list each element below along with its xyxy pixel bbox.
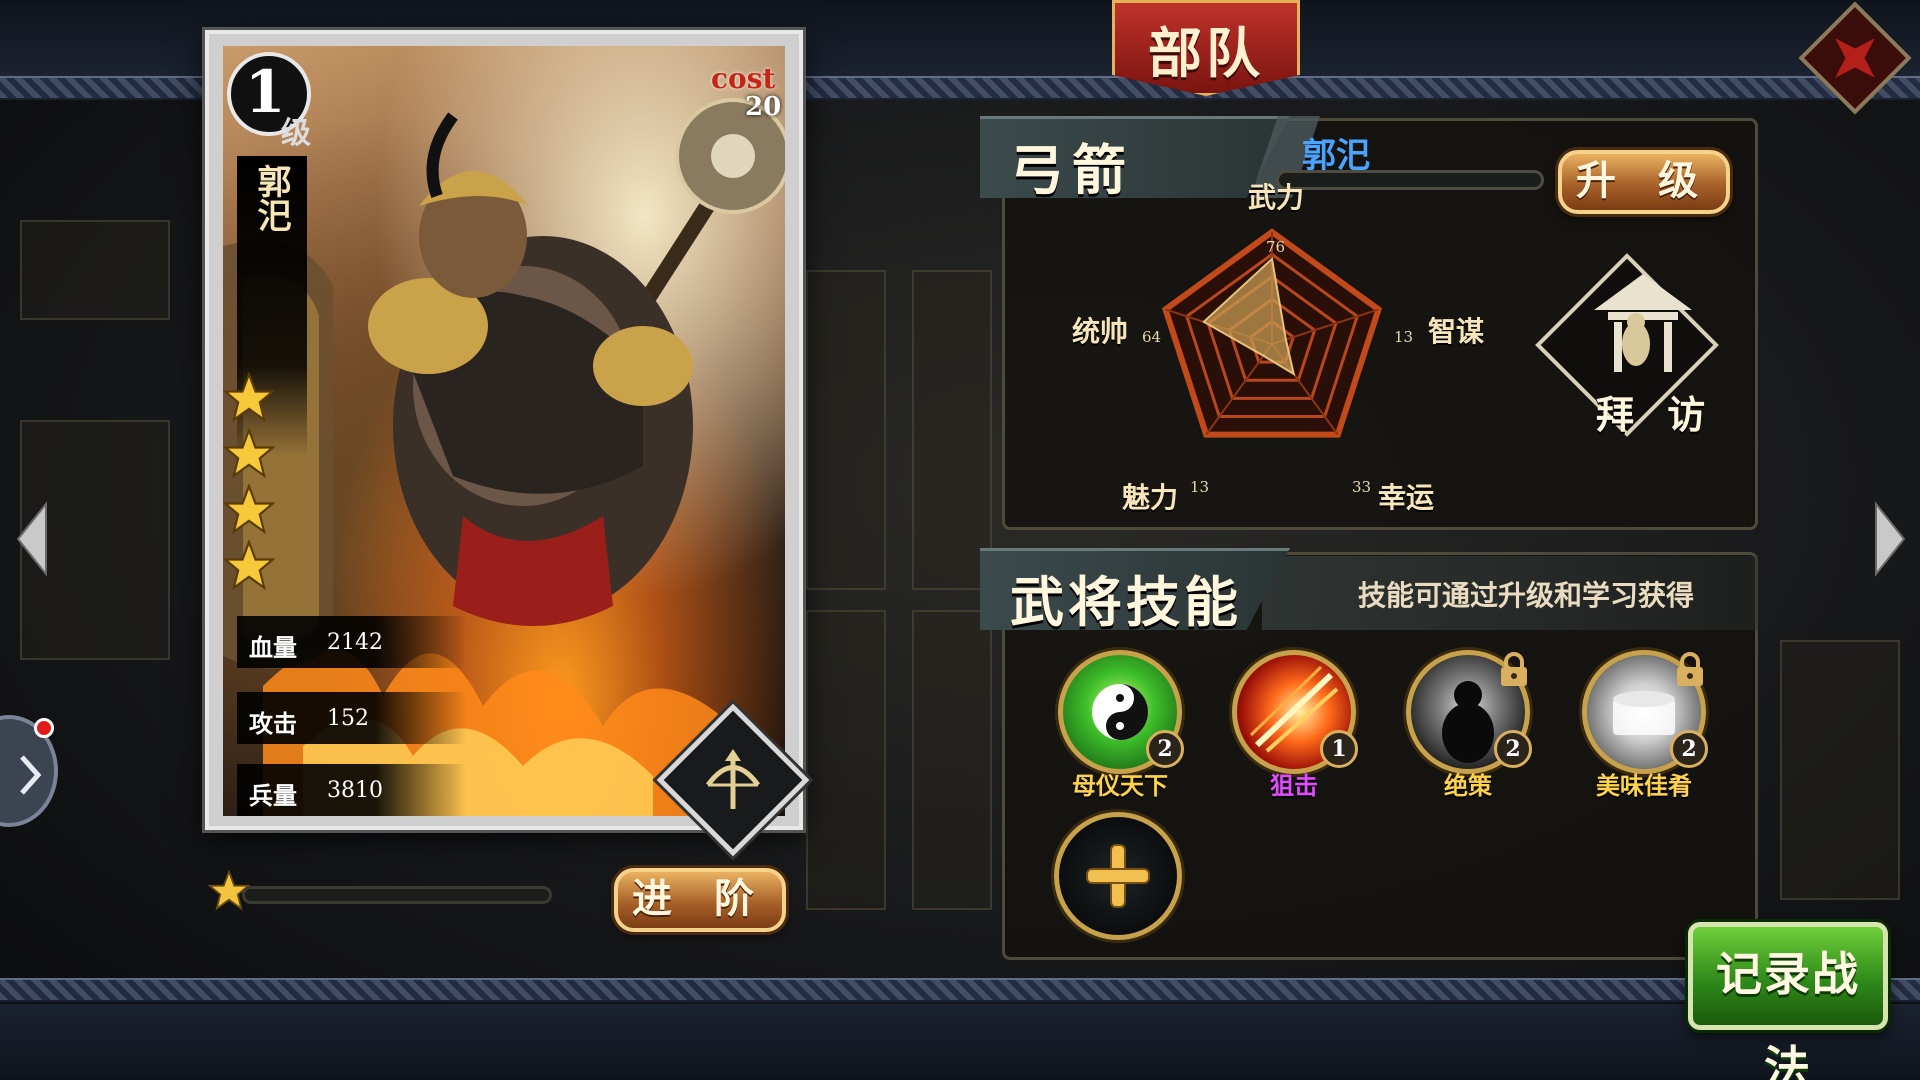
stat-hp-label: 血量: [249, 633, 297, 662]
visit-button-label[interactable]: 拜 访: [1596, 384, 1715, 439]
stat-attack-value: 152: [327, 706, 369, 731]
skills-hint: 技能可通过升级和学习获得: [1358, 579, 1695, 612]
bottom-strip: [0, 1004, 1920, 1080]
previous-arrow-icon[interactable]: [14, 500, 50, 578]
radar-axis-value: 76: [1266, 238, 1286, 256]
radar-axis-value: 64: [1142, 328, 1162, 346]
star-progress-bar: [242, 886, 552, 904]
background-panel: [1780, 640, 1900, 900]
star-icon: [223, 540, 275, 591]
skill-slot[interactable]: 2 美味佳肴: [1574, 650, 1714, 800]
background-card: [806, 270, 886, 590]
stat-attack: 攻击 152: [237, 692, 467, 744]
skill-slot[interactable]: 1 狙击: [1224, 650, 1364, 800]
level-number: 1: [245, 58, 286, 126]
radar-axis-label: 幸运: [1378, 481, 1435, 514]
add-skill-button[interactable]: [1054, 812, 1182, 940]
pavilion-icon: [1594, 274, 1692, 372]
upgrade-button[interactable]: 升 级: [1558, 150, 1730, 214]
skill-level: 1: [1320, 730, 1358, 768]
hero-portrait: 1 级 cost 20 郭汜 血量 2142 攻击 152 兵量 3810: [223, 46, 785, 816]
background-panel: [20, 220, 170, 320]
stat-hp-value: 2142: [327, 630, 383, 655]
skill-level: 2: [1146, 730, 1184, 768]
background-card: [806, 610, 886, 910]
radar-axis-label: 智谋: [1428, 315, 1485, 348]
star-icon: [223, 428, 275, 479]
level-unit: 级: [281, 116, 311, 151]
bottom-decor-band: [0, 978, 1920, 1002]
notification-dot: [34, 718, 54, 738]
stat-hp: 血量 2142: [237, 616, 467, 668]
level-badge: 1 级: [227, 52, 311, 151]
skill-slot[interactable]: 2 母仪天下: [1050, 650, 1190, 800]
lock-icon: [1501, 652, 1527, 686]
skill-name: 狙击: [1270, 771, 1318, 800]
skill-slot[interactable]: 2 绝策: [1398, 650, 1538, 800]
record-tactics-button[interactable]: 记录战法: [1688, 922, 1888, 1080]
background-card: [912, 270, 992, 590]
skill-name: 美味佳肴: [1596, 771, 1692, 800]
cost-label: cost: [711, 62, 776, 95]
hero-name: 郭汜: [251, 164, 291, 232]
next-arrow-icon[interactable]: [1872, 500, 1908, 578]
star-icon: [223, 372, 275, 423]
cost-value: 20: [745, 92, 782, 122]
skills-title: 武将技能: [1010, 570, 1242, 634]
hero-card[interactable]: 1 级 cost 20 郭汜 血量 2142 攻击 152 兵量 3810: [205, 30, 810, 857]
star-icon: [223, 484, 275, 535]
experience-bar: [1276, 170, 1544, 190]
radar-axis-value: 13: [1394, 328, 1414, 346]
radar-axis-value: 33: [1352, 478, 1372, 496]
chevron-right-icon: [20, 755, 42, 795]
stat-troops-value: 3810: [327, 778, 383, 803]
background-card: [912, 610, 992, 910]
radar-axis-value: 13: [1190, 478, 1210, 496]
page-title: 部队: [1148, 21, 1264, 85]
advance-button[interactable]: 进 阶: [614, 868, 786, 932]
stat-troops-label: 兵量: [249, 781, 297, 810]
stat-troops: 兵量 3810: [237, 764, 467, 816]
stat-attack-label: 攻击: [249, 709, 297, 738]
radar-axis-label: 武力: [1248, 181, 1305, 214]
skill-level: 2: [1670, 730, 1708, 768]
skill-name: 母仪天下: [1072, 771, 1168, 800]
skill-level: 2: [1494, 730, 1532, 768]
radar-axis-label: 魅力: [1122, 481, 1179, 514]
attribute-radar-chart: 武力 76 智谋 13 幸运 33 魅力 13 统帅 64: [1052, 181, 1492, 524]
radar-axis-label: 统帅: [1072, 315, 1129, 348]
lock-icon: [1677, 652, 1703, 686]
skill-name: 绝策: [1444, 771, 1492, 800]
plus-icon: [1086, 844, 1150, 908]
